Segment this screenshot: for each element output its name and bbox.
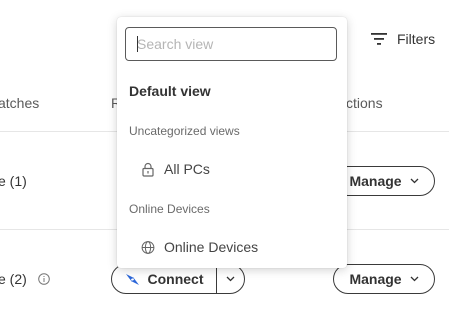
search-view-input[interactable] [125,27,337,61]
globe-icon [141,240,155,254]
view-option-all-pcs[interactable]: All PCs [141,161,210,177]
lock-icon [142,162,154,177]
table-row-1-name: e (1) [0,173,27,189]
chevron-down-icon [410,276,419,282]
group-label-uncategorized: Uncategorized views [129,124,240,138]
chevron-down-icon [226,276,235,282]
manage-button-label: Manage [349,173,402,189]
manage-button-label: Manage [349,271,402,287]
connect-arrows-icon [125,273,139,285]
text-cursor [137,36,138,52]
chevron-down-icon [410,178,419,184]
connect-options-toggle[interactable] [216,265,244,293]
view-option-label: All PCs [164,161,210,177]
column-header-actions: ctions [346,95,383,111]
filters-button[interactable]: Filters [371,28,435,50]
default-view-option[interactable]: Default view [129,83,211,99]
view-dropdown: Default view Uncategorized views All PCs… [117,17,347,268]
manage-button[interactable]: Manage [333,166,435,196]
info-icon[interactable] [37,273,50,285]
connect-button-label: Connect [147,271,204,287]
connect-button[interactable]: Connect [112,265,216,293]
column-header-patches[interactable]: atches [0,95,39,111]
row-name-text: e (1) [0,173,27,189]
view-option-online-devices[interactable]: Online Devices [141,239,258,255]
view-option-label: Online Devices [164,239,259,255]
table-row-2-name: e (2) [0,271,50,287]
row-name-text: e (2) [0,271,27,287]
manage-button[interactable]: Manage [333,264,435,294]
filters-label: Filters [397,31,436,47]
group-label-online-devices: Online Devices [129,202,210,216]
connect-split-button: Connect [111,264,245,294]
filter-lines-icon [371,33,387,45]
